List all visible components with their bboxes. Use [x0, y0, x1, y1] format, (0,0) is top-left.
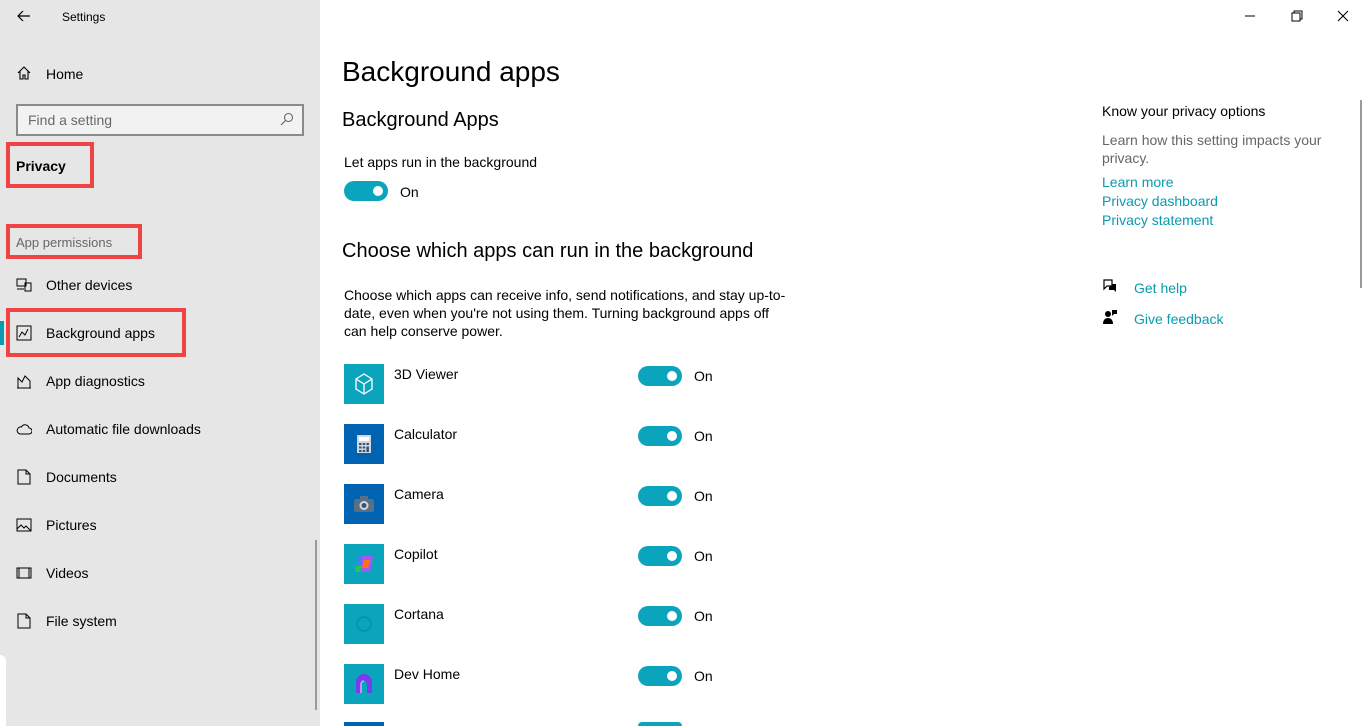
sidebar-item-videos[interactable]: Videos: [16, 559, 89, 587]
search-icon[interactable]: [280, 112, 294, 131]
sidebar-item-app-diagnostics[interactable]: App diagnostics: [16, 367, 145, 395]
video-icon: [16, 565, 32, 581]
next-app-icon-partial: [344, 722, 384, 726]
sidebar-item-file-system[interactable]: File system: [16, 607, 117, 635]
back-arrow-icon[interactable]: [14, 6, 34, 26]
section-heading-choose-apps: Choose which apps can run in the backgro…: [342, 240, 754, 262]
minimize-button[interactable]: [1240, 6, 1260, 26]
app-name: Camera: [394, 486, 444, 502]
app-name: Dev Home: [394, 666, 461, 682]
app-toggle[interactable]: [638, 486, 682, 506]
diagnostics-icon: [16, 373, 32, 389]
section-heading-background-apps: Background Apps: [342, 109, 499, 131]
app-title: Settings: [62, 10, 106, 24]
app-toggle-state: On: [694, 668, 713, 684]
group-label: App permissions: [16, 235, 113, 250]
page-title: Background apps: [342, 56, 560, 87]
privacy-dashboard-link[interactable]: Privacy dashboard: [1102, 193, 1218, 209]
sidebar-item-label: Pictures: [46, 517, 97, 533]
app-row-dev-home: Dev Home On: [344, 664, 724, 704]
restore-button[interactable]: [1287, 6, 1307, 26]
section-description: Choose which apps can receive info, send…: [344, 287, 786, 339]
sidebar-scrollbar[interactable]: [315, 540, 317, 710]
close-button[interactable]: [1333, 6, 1353, 26]
active-indicator: [0, 321, 4, 345]
sidebar: Settings Home Privacy App permissions Ot…: [0, 0, 320, 726]
app-toggle-state: On: [694, 488, 713, 504]
feedback-icon: [1102, 309, 1118, 328]
background-apps-icon: [16, 325, 32, 341]
app-toggle[interactable]: [638, 606, 682, 626]
learn-more-link[interactable]: Learn more: [1102, 174, 1174, 190]
app-name: Copilot: [394, 546, 438, 562]
sidebar-item-label: Automatic file downloads: [46, 421, 201, 437]
dev-home-icon: [344, 664, 384, 704]
master-background-toggle[interactable]: [344, 181, 388, 201]
cortana-icon: [344, 604, 384, 644]
document-icon: [16, 469, 32, 485]
app-name: Calculator: [394, 426, 458, 442]
search-box[interactable]: [16, 104, 304, 136]
picture-icon: [16, 517, 32, 533]
sidebar-item-label: Background apps: [46, 325, 155, 341]
sidebar-item-label: App diagnostics: [46, 373, 145, 389]
let-apps-label: Let apps run in the background: [344, 154, 538, 170]
get-help-link[interactable]: Get help: [1102, 278, 1187, 297]
3d-viewer-icon: [344, 364, 384, 404]
app-toggle-state: On: [694, 548, 713, 564]
nav-home-label: Home: [46, 66, 84, 82]
main-scrollbar[interactable]: [1360, 100, 1362, 288]
app-row-3d-viewer: 3D Viewer On: [344, 364, 724, 404]
sidebar-item-label: Documents: [46, 469, 117, 485]
next-app-toggle-partial[interactable]: [638, 722, 682, 726]
privacy-options-heading: Know your privacy options: [1102, 103, 1266, 119]
cloud-icon: [16, 421, 32, 437]
app-row-copilot: Copilot On: [344, 544, 724, 584]
copilot-icon: [344, 544, 384, 584]
app-row-camera: Camera On: [344, 484, 724, 524]
app-toggle[interactable]: [638, 546, 682, 566]
help-chat-icon: [1102, 278, 1118, 297]
app-toggle-state: On: [694, 428, 713, 444]
sidebar-item-background-apps[interactable]: Background apps: [16, 319, 155, 347]
nav-home[interactable]: Home: [16, 60, 83, 88]
sidebar-item-pictures[interactable]: Pictures: [16, 511, 97, 539]
app-toggle[interactable]: [638, 426, 682, 446]
calculator-icon: [344, 424, 384, 464]
devices-icon: [16, 277, 32, 293]
app-row-calculator: Calculator On: [344, 424, 724, 464]
app-toggle-state: On: [694, 368, 713, 384]
app-toggle-state: On: [694, 608, 713, 624]
give-feedback-link[interactable]: Give feedback: [1102, 309, 1224, 328]
sidebar-item-automatic-file-downloads[interactable]: Automatic file downloads: [16, 415, 201, 443]
sidebar-item-documents[interactable]: Documents: [16, 463, 117, 491]
sidebar-item-label: Other devices: [46, 277, 133, 293]
app-toggle[interactable]: [638, 366, 682, 386]
give-feedback-label: Give feedback: [1134, 310, 1224, 327]
privacy-statement-link[interactable]: Privacy statement: [1102, 212, 1213, 228]
master-toggle-state: On: [400, 184, 419, 200]
app-toggle[interactable]: [638, 666, 682, 686]
sidebar-corner: [0, 655, 6, 726]
app-name: Cortana: [394, 606, 444, 622]
app-name: 3D Viewer: [394, 366, 459, 382]
search-input[interactable]: [28, 112, 268, 128]
sidebar-item-other-devices[interactable]: Other devices: [16, 271, 132, 299]
section-title: Privacy: [16, 158, 66, 174]
file-icon: [16, 613, 32, 629]
app-row-cortana: Cortana On: [344, 604, 724, 644]
home-icon: [16, 65, 32, 84]
camera-icon: [344, 484, 384, 524]
get-help-label: Get help: [1134, 279, 1187, 296]
privacy-options-body: Learn how this setting impacts your priv…: [1102, 132, 1322, 166]
sidebar-item-label: File system: [46, 613, 117, 629]
sidebar-item-label: Videos: [46, 565, 89, 581]
